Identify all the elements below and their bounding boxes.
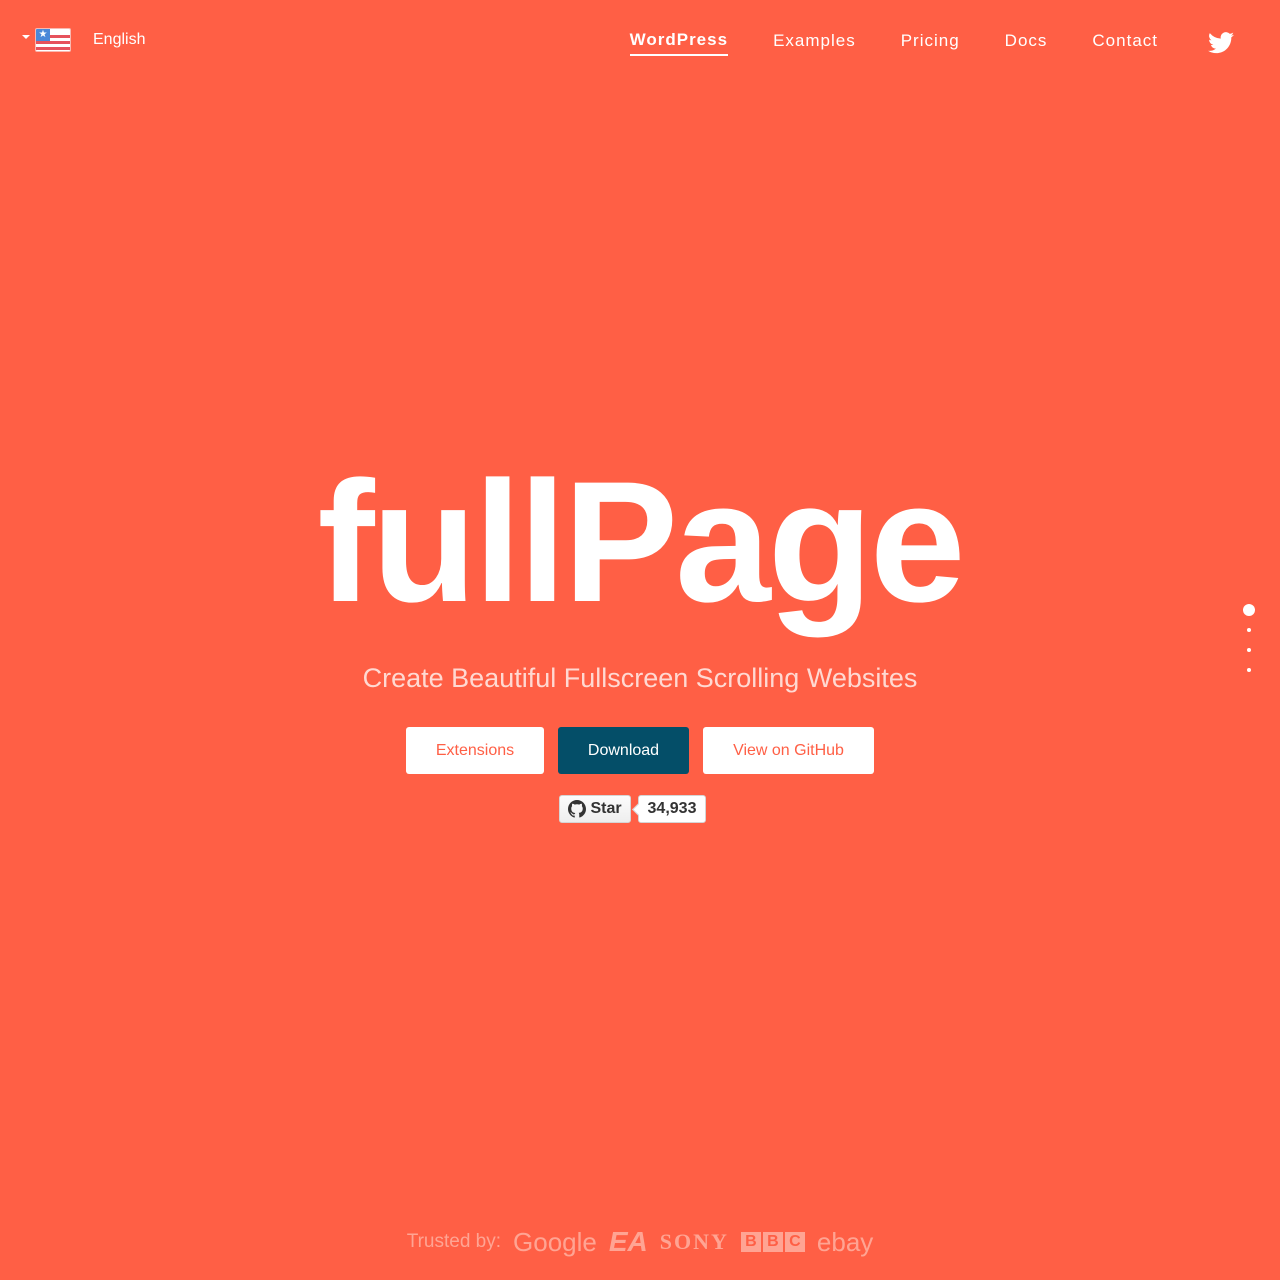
main-nav: WordPress Examples Pricing Docs Contact <box>585 30 1234 56</box>
hero-tagline: Create Beautiful Fullscreen Scrolling We… <box>362 663 918 693</box>
view-on-github-button[interactable]: View on GitHub <box>703 727 874 774</box>
hero-buttons: Extensions Download View on GitHub <box>0 727 1280 774</box>
nav-wordpress[interactable]: WordPress <box>629 30 729 56</box>
star-label: Star <box>590 800 622 817</box>
github-star-widget: Star 34,933 <box>559 795 706 823</box>
language-selector[interactable]: ★ English <box>22 28 145 52</box>
section-dot-4[interactable] <box>1247 668 1251 672</box>
us-flag-icon: ★ <box>35 28 71 52</box>
ebay-logo: ebay <box>816 1226 874 1257</box>
github-icon <box>568 800 587 818</box>
star-count[interactable]: 34,933 <box>638 795 706 823</box>
section-dot-2[interactable] <box>1247 628 1251 632</box>
nav-pricing[interactable]: Pricing <box>901 31 960 55</box>
trusted-label: Trusted by: <box>406 1231 502 1252</box>
nav-contact[interactable]: Contact <box>1092 31 1158 55</box>
sony-logo: SONY <box>659 1229 729 1254</box>
twitter-icon[interactable] <box>1208 32 1234 54</box>
github-star-button[interactable]: Star <box>559 795 631 823</box>
trusted-by: Trusted by: Google EA SONY BBC ebay <box>0 1226 1280 1258</box>
section-dot-1[interactable] <box>1243 604 1255 616</box>
section-dot-3[interactable] <box>1247 648 1251 652</box>
language-label: English <box>93 31 146 48</box>
ea-logo: EA <box>608 1226 648 1257</box>
section-navigation <box>1243 604 1255 680</box>
hero-title: fullPage <box>317 446 965 638</box>
bbc-logo: BBC <box>740 1232 805 1252</box>
download-button[interactable]: Download <box>558 727 689 774</box>
nav-examples[interactable]: Examples <box>773 31 856 55</box>
extensions-button[interactable]: Extensions <box>406 727 544 774</box>
google-logo: Google <box>513 1226 597 1257</box>
caret-down-icon <box>22 35 30 39</box>
nav-docs[interactable]: Docs <box>1005 31 1048 55</box>
